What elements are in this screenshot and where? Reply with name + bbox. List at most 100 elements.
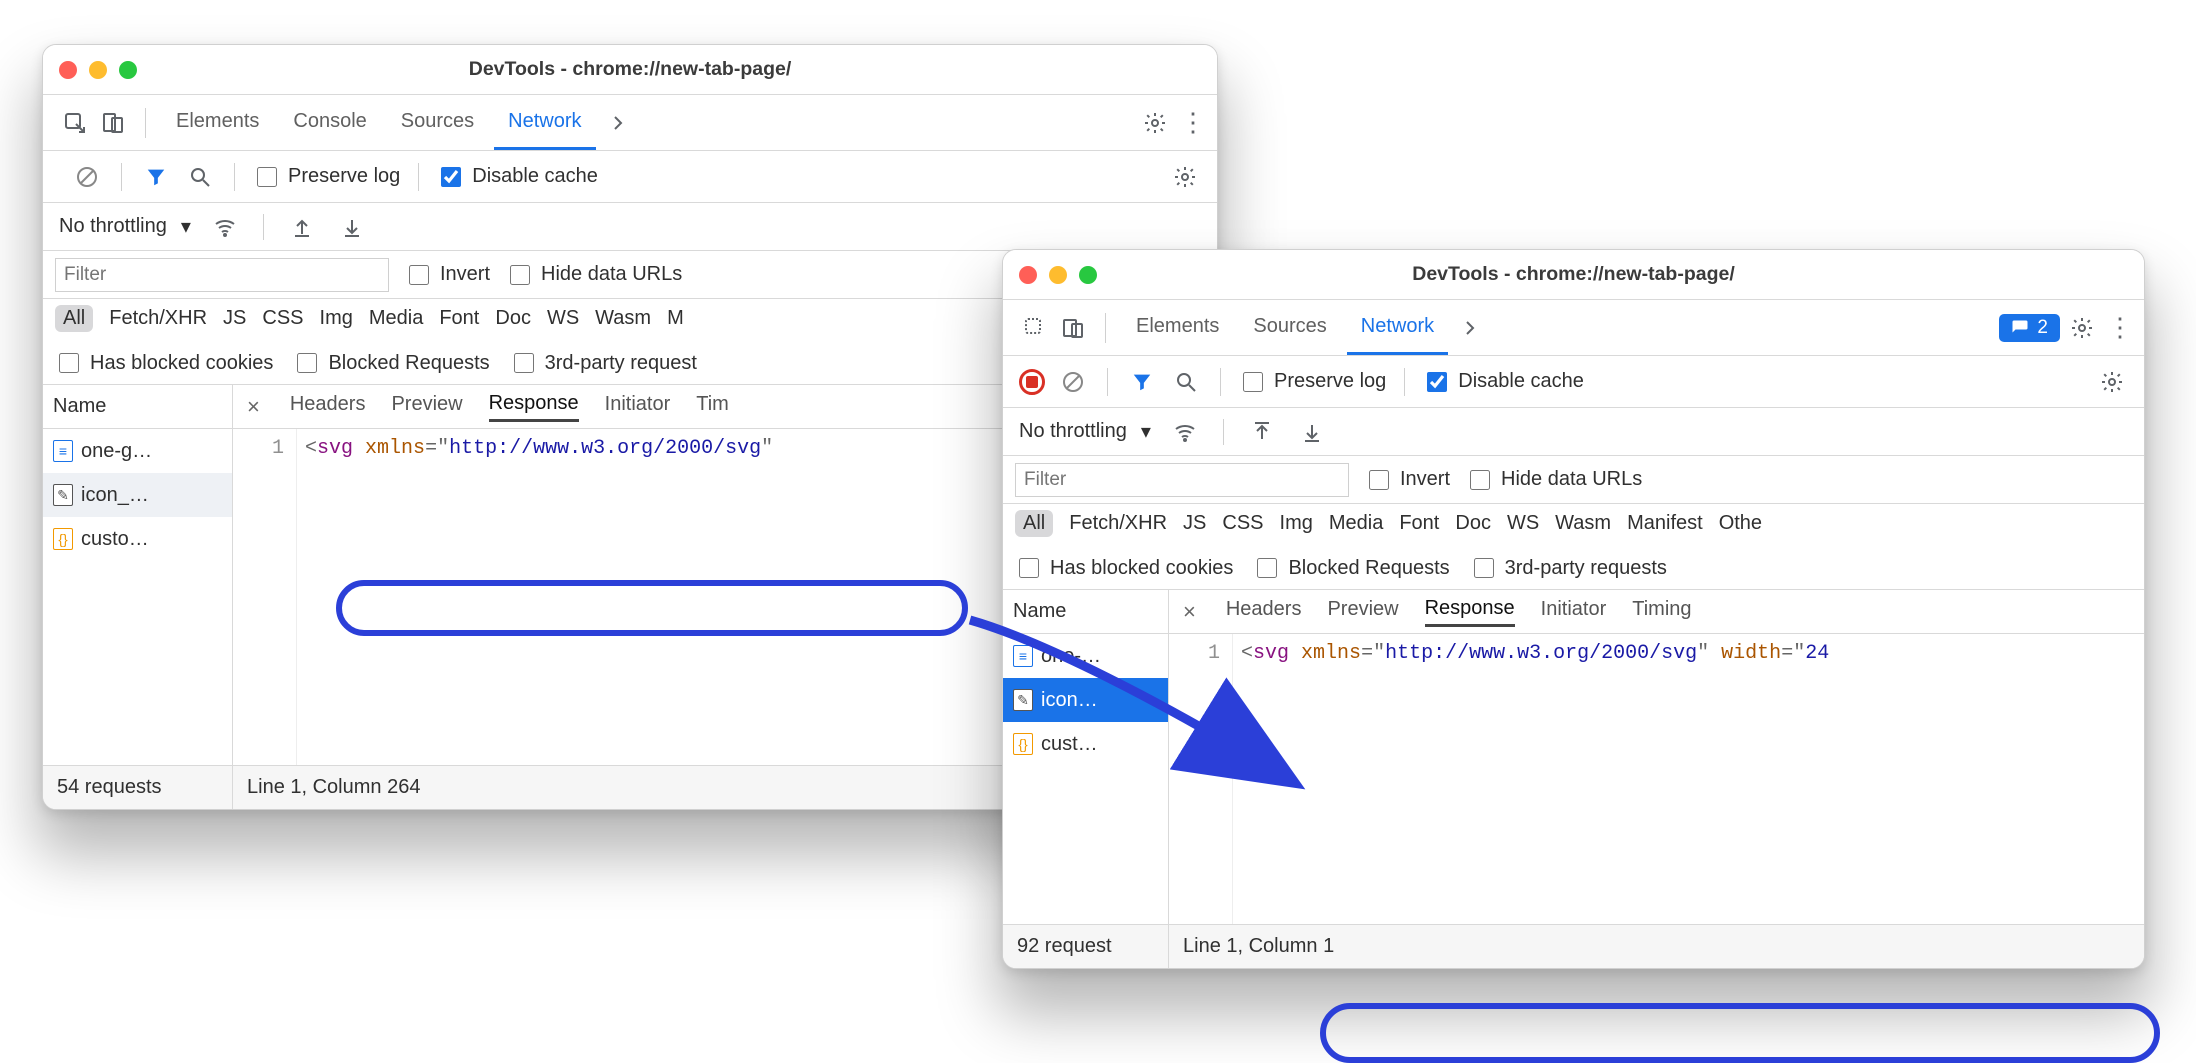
- close-detail-icon[interactable]: ×: [247, 394, 260, 420]
- hide-data-urls-checkbox[interactable]: Hide data URLs: [506, 262, 682, 288]
- minimize-window[interactable]: [89, 61, 107, 79]
- settings-icon[interactable]: [1139, 107, 1171, 139]
- tab-headers[interactable]: Headers: [290, 393, 366, 420]
- filter-icon[interactable]: [1126, 366, 1158, 398]
- maximize-window[interactable]: [119, 61, 137, 79]
- tab-initiator[interactable]: Initiator: [605, 393, 671, 420]
- upload-icon[interactable]: [286, 211, 318, 243]
- device-toolbar-icon[interactable]: [1057, 312, 1089, 344]
- tab-timing[interactable]: Tim: [696, 393, 729, 420]
- upload-icon[interactable]: [1246, 416, 1278, 448]
- tab-preview[interactable]: Preview: [391, 393, 462, 420]
- name-header[interactable]: Name: [1003, 590, 1168, 634]
- download-icon[interactable]: [336, 211, 368, 243]
- tab-headers[interactable]: Headers: [1226, 598, 1302, 625]
- wifi-icon[interactable]: [209, 211, 241, 243]
- type-fetchxhr[interactable]: Fetch/XHR: [1069, 512, 1167, 535]
- disable-cache-checkbox[interactable]: Disable cache: [1423, 369, 1584, 395]
- hide-data-urls-checkbox[interactable]: Hide data URLs: [1466, 467, 1642, 493]
- tab-initiator[interactable]: Initiator: [1541, 598, 1607, 625]
- blocked-requests-checkbox[interactable]: Blocked Requests: [1253, 555, 1449, 581]
- type-ws[interactable]: WS: [547, 307, 579, 330]
- preserve-log-checkbox[interactable]: Preserve log: [253, 164, 400, 190]
- blocked-requests-checkbox[interactable]: Blocked Requests: [293, 350, 489, 376]
- tab-response[interactable]: Response: [489, 392, 579, 422]
- throttling-select[interactable]: No throttling ▾: [1019, 419, 1151, 444]
- type-css[interactable]: CSS: [262, 307, 303, 330]
- request-row[interactable]: ≡ one-…: [1003, 634, 1168, 678]
- type-wasm[interactable]: Wasm: [595, 307, 651, 330]
- inspect-element-icon[interactable]: [59, 107, 91, 139]
- issues-button[interactable]: 2: [1999, 314, 2060, 342]
- type-manifest[interactable]: Manifest: [1627, 512, 1703, 535]
- type-doc[interactable]: Doc: [1455, 512, 1491, 535]
- type-js[interactable]: JS: [223, 307, 246, 330]
- kebab-menu-icon[interactable]: ⋮: [2104, 312, 2136, 344]
- close-detail-icon[interactable]: ×: [1183, 599, 1196, 625]
- tab-sources[interactable]: Sources: [1239, 300, 1340, 355]
- network-settings-icon[interactable]: [2096, 366, 2128, 398]
- tab-network[interactable]: Network: [1347, 300, 1448, 355]
- type-more[interactable]: M: [667, 307, 684, 330]
- search-icon[interactable]: [184, 161, 216, 193]
- type-css[interactable]: CSS: [1222, 512, 1263, 535]
- clear-icon[interactable]: [1057, 366, 1089, 398]
- close-window[interactable]: [1019, 266, 1037, 284]
- type-all[interactable]: All: [1015, 510, 1053, 537]
- type-js[interactable]: JS: [1183, 512, 1206, 535]
- tab-response[interactable]: Response: [1425, 597, 1515, 627]
- maximize-window[interactable]: [1079, 266, 1097, 284]
- filter-input[interactable]: [1015, 463, 1349, 497]
- search-icon[interactable]: [1170, 366, 1202, 398]
- type-img[interactable]: Img: [1280, 512, 1313, 535]
- tab-timing[interactable]: Timing: [1632, 598, 1691, 625]
- minimize-window[interactable]: [1049, 266, 1067, 284]
- invert-checkbox[interactable]: Invert: [405, 262, 490, 288]
- filter-input[interactable]: [55, 258, 389, 292]
- type-doc[interactable]: Doc: [495, 307, 531, 330]
- tab-preview[interactable]: Preview: [1327, 598, 1398, 625]
- tab-console[interactable]: Console: [279, 95, 380, 150]
- request-row[interactable]: {} custo…: [43, 517, 232, 561]
- type-fetchxhr[interactable]: Fetch/XHR: [109, 307, 207, 330]
- type-img[interactable]: Img: [320, 307, 353, 330]
- third-party-checkbox[interactable]: 3rd-party requests: [1470, 555, 1667, 581]
- throttling-select[interactable]: No throttling ▾: [59, 214, 191, 239]
- third-party-checkbox[interactable]: 3rd-party request: [510, 350, 697, 376]
- download-icon[interactable]: [1296, 416, 1328, 448]
- type-media[interactable]: Media: [1329, 512, 1383, 535]
- settings-icon[interactable]: [2066, 312, 2098, 344]
- preserve-log-checkbox[interactable]: Preserve log: [1239, 369, 1386, 395]
- has-blocked-cookies-checkbox[interactable]: Has blocked cookies: [1015, 555, 1233, 581]
- type-wasm[interactable]: Wasm: [1555, 512, 1611, 535]
- wifi-icon[interactable]: [1169, 416, 1201, 448]
- disable-cache-checkbox[interactable]: Disable cache: [437, 164, 598, 190]
- request-row[interactable]: ✎ icon_…: [43, 473, 232, 517]
- more-tabs-icon[interactable]: [1454, 312, 1486, 344]
- more-tabs-icon[interactable]: [602, 107, 634, 139]
- request-row[interactable]: {} cust…: [1003, 722, 1168, 766]
- type-all[interactable]: All: [55, 305, 93, 332]
- request-row[interactable]: ≡ one-g…: [43, 429, 232, 473]
- record-button[interactable]: [1019, 369, 1045, 395]
- tab-network[interactable]: Network: [494, 95, 595, 150]
- close-window[interactable]: [59, 61, 77, 79]
- name-header[interactable]: Name: [43, 385, 232, 429]
- type-font[interactable]: Font: [1399, 512, 1439, 535]
- device-toolbar-icon[interactable]: [97, 107, 129, 139]
- tab-sources[interactable]: Sources: [387, 95, 488, 150]
- has-blocked-cookies-checkbox[interactable]: Has blocked cookies: [55, 350, 273, 376]
- request-row[interactable]: ✎ icon…: [1003, 678, 1168, 722]
- kebab-menu-icon[interactable]: ⋮: [1177, 107, 1209, 139]
- response-body[interactable]: 1 <svg xmlns="http://www.w3.org/2000/svg…: [1169, 634, 2144, 924]
- type-other[interactable]: Othe: [1719, 512, 1762, 535]
- inspect-element-icon[interactable]: [1019, 312, 1051, 344]
- tab-elements[interactable]: Elements: [1122, 300, 1233, 355]
- filter-icon[interactable]: [140, 161, 172, 193]
- type-media[interactable]: Media: [369, 307, 423, 330]
- type-font[interactable]: Font: [439, 307, 479, 330]
- network-settings-icon[interactable]: [1169, 161, 1201, 193]
- invert-checkbox[interactable]: Invert: [1365, 467, 1450, 493]
- clear-icon[interactable]: [71, 161, 103, 193]
- type-ws[interactable]: WS: [1507, 512, 1539, 535]
